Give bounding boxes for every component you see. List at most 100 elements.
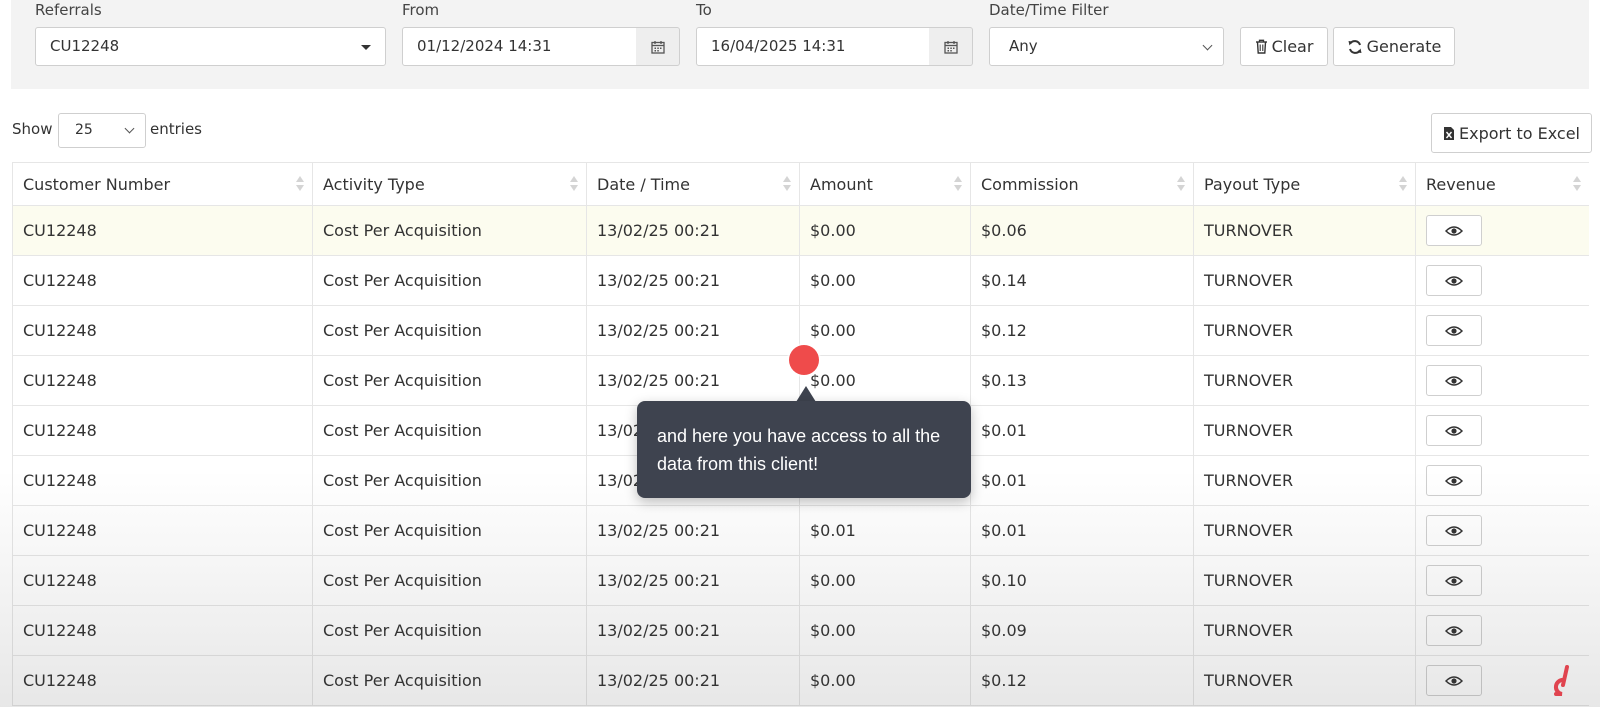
table-row: CU12248 Cost Per Acquisition 13/02/25 00… — [12, 505, 1589, 556]
trash-icon — [1255, 39, 1267, 54]
column-header-activity-type[interactable]: Activity Type — [312, 162, 587, 206]
to-label: To — [696, 1, 712, 19]
excel-file-icon — [1444, 126, 1454, 140]
sort-icon — [1177, 175, 1185, 193]
column-header-commission[interactable]: Commission — [970, 162, 1194, 206]
cell-revenue — [1415, 355, 1589, 406]
cell-amount: $0.01 — [799, 505, 971, 556]
eye-icon — [1445, 425, 1463, 436]
cell-amount: $0.00 — [799, 655, 971, 706]
eye-icon — [1445, 275, 1463, 286]
to-date-input[interactable]: 16/04/2025 14:31 — [696, 27, 930, 66]
from-calendar-button[interactable] — [636, 27, 680, 66]
cell-payout-type: TURNOVER — [1193, 355, 1416, 406]
refresh-icon — [1348, 39, 1362, 54]
column-header-payout-type[interactable]: Payout Type — [1193, 162, 1416, 206]
cell-amount: $0.00 — [799, 205, 971, 256]
view-revenue-button[interactable] — [1426, 465, 1482, 496]
cell-amount: $0.00 — [799, 555, 971, 606]
table-row: CU12248 Cost Per Acquisition 13/02/25 00… — [12, 205, 1589, 256]
cell-customer-number: CU12248 — [12, 305, 313, 356]
cell-date-time: 13/02/25 00:21 — [586, 555, 800, 606]
view-revenue-button[interactable] — [1426, 615, 1482, 646]
generate-button-label: Generate — [1366, 37, 1442, 56]
cell-customer-number: CU12248 — [12, 255, 313, 306]
table-row: CU12248 Cost Per Acquisition 13/02/25 00… — [12, 555, 1589, 606]
from-date-input[interactable]: 01/12/2024 14:31 — [402, 27, 637, 66]
sort-icon — [296, 175, 304, 193]
cell-date-time: 13/02/25 00:21 — [586, 255, 800, 306]
entries-value: 25 — [75, 122, 93, 138]
cell-payout-type: TURNOVER — [1193, 605, 1416, 656]
view-revenue-button[interactable] — [1426, 265, 1482, 296]
cell-customer-number: CU12248 — [12, 205, 313, 256]
column-header-revenue[interactable]: Revenue — [1415, 162, 1589, 206]
cell-revenue — [1415, 255, 1589, 306]
to-date-value: 16/04/2025 14:31 — [711, 37, 846, 55]
entries-select[interactable]: 25 — [58, 113, 146, 148]
view-revenue-button[interactable] — [1426, 665, 1482, 696]
cell-commission: $0.01 — [970, 405, 1194, 456]
cell-customer-number: CU12248 — [12, 355, 313, 406]
cell-commission: $0.01 — [970, 505, 1194, 556]
column-header-customer-number[interactable]: Customer Number — [12, 162, 313, 206]
chevron-down-icon — [124, 123, 135, 134]
clear-button[interactable]: Clear — [1240, 27, 1328, 66]
referrals-label: Referrals — [35, 1, 102, 19]
view-revenue-button[interactable] — [1426, 415, 1482, 446]
eye-icon — [1445, 225, 1463, 236]
cell-activity-type: Cost Per Acquisition — [312, 555, 587, 606]
generate-button[interactable]: Generate — [1333, 27, 1455, 66]
tooltip-arrow — [796, 386, 816, 402]
view-revenue-button[interactable] — [1426, 515, 1482, 546]
eye-icon — [1445, 325, 1463, 336]
cell-revenue — [1415, 505, 1589, 556]
cell-customer-number: CU12248 — [12, 605, 313, 656]
cell-customer-number: CU12248 — [12, 505, 313, 556]
to-calendar-button[interactable] — [929, 27, 973, 66]
cell-payout-type: TURNOVER — [1193, 505, 1416, 556]
cell-date-time: 13/02/25 00:21 — [586, 505, 800, 556]
cell-revenue — [1415, 205, 1589, 256]
datetime-filter-select[interactable]: Any — [989, 27, 1224, 66]
entries-label: entries — [150, 120, 202, 138]
view-revenue-button[interactable] — [1426, 365, 1482, 396]
view-revenue-button[interactable] — [1426, 565, 1482, 596]
cell-amount: $0.00 — [799, 605, 971, 656]
cell-payout-type: TURNOVER — [1193, 255, 1416, 306]
table-header-row: Customer Number Activity Type Date / Tim… — [12, 162, 1589, 206]
cell-payout-type: TURNOVER — [1193, 555, 1416, 606]
caret-down-icon — [361, 45, 371, 50]
datetime-filter-value: Any — [1009, 37, 1038, 55]
column-header-amount[interactable]: Amount — [799, 162, 971, 206]
eye-icon — [1445, 525, 1463, 536]
sort-icon — [570, 175, 578, 193]
cell-activity-type: Cost Per Acquisition — [312, 305, 587, 356]
cell-commission: $0.10 — [970, 555, 1194, 606]
sort-icon — [1399, 175, 1407, 193]
clear-button-label: Clear — [1271, 37, 1314, 56]
cell-activity-type: Cost Per Acquisition — [312, 255, 587, 306]
cell-activity-type: Cost Per Acquisition — [312, 505, 587, 556]
view-revenue-button[interactable] — [1426, 315, 1482, 346]
from-date-value: 01/12/2024 14:31 — [417, 37, 552, 55]
table-row: CU12248 Cost Per Acquisition 13/02/25 00… — [12, 655, 1589, 706]
cell-activity-type: Cost Per Acquisition — [312, 605, 587, 656]
cell-amount: $0.00 — [799, 355, 971, 406]
column-header-date-time[interactable]: Date / Time — [586, 162, 800, 206]
walkthrough-tooltip: and here you have access to all the data… — [637, 401, 971, 498]
referrals-select[interactable]: CU12248 — [35, 27, 386, 66]
cell-date-time: 13/02/25 00:21 — [586, 305, 800, 356]
cell-customer-number: CU12248 — [12, 655, 313, 706]
view-revenue-button[interactable] — [1426, 215, 1482, 246]
cell-commission: $0.09 — [970, 605, 1194, 656]
sort-icon — [783, 175, 791, 193]
cell-activity-type: Cost Per Acquisition — [312, 205, 587, 256]
cell-date-time: 13/02/25 00:21 — [586, 205, 800, 256]
cell-revenue — [1415, 305, 1589, 356]
export-excel-button[interactable]: Export to Excel — [1431, 113, 1592, 153]
cell-commission: $0.14 — [970, 255, 1194, 306]
cursor-indicator — [789, 345, 819, 375]
cell-revenue — [1415, 405, 1589, 456]
calendar-icon — [650, 40, 665, 54]
